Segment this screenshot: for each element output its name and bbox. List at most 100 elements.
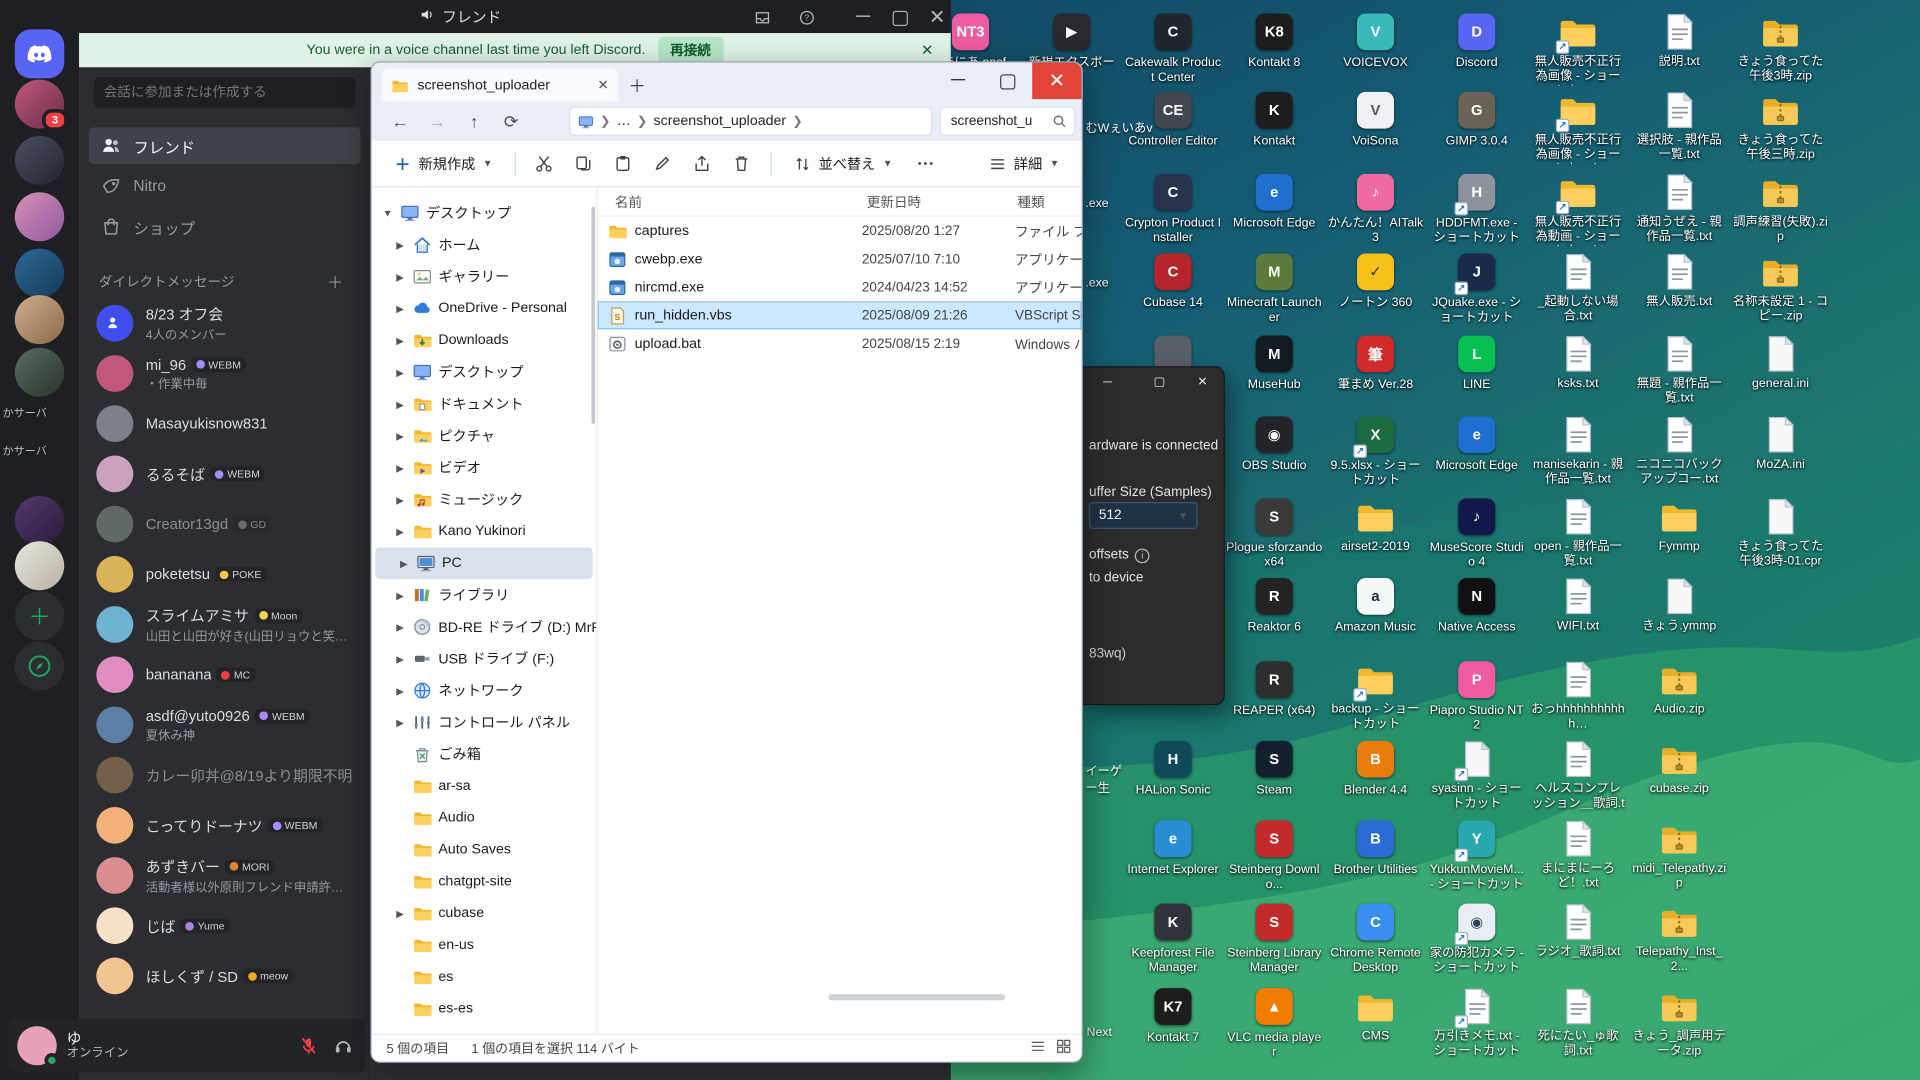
desktop-icon[interactable]: RReaktor 6 <box>1226 577 1322 636</box>
desktop-icon[interactable]: CCrypton Product Installer <box>1125 173 1221 246</box>
tree-item[interactable]: es-es <box>372 993 597 1025</box>
server-avatar[interactable] <box>15 249 64 298</box>
share-icon[interactable] <box>686 148 718 180</box>
desktop-icon[interactable]: おっhhhhhhhhhhh… <box>1530 660 1626 732</box>
desktop-icon[interactable]: 無題 - 親作品一覧.txt <box>1631 334 1727 406</box>
dm-item[interactable]: るるそばWEBM <box>86 449 363 498</box>
dialog-close-button[interactable]: ✕ <box>1194 375 1211 392</box>
desktop-icon[interactable]: H↗HDDFMT.exe - ショートカット <box>1429 173 1525 246</box>
headphones-icon[interactable] <box>331 1033 356 1057</box>
desktop-icon[interactable]: 通知うぜえ - 親作品一覧.txt <box>1631 173 1727 245</box>
desktop-icon[interactable]: ↗無人販売不正行為動画 - ショートカット <box>1530 173 1626 246</box>
desktop-icon[interactable]: 選択肢 - 親作品一覧.txt <box>1631 91 1727 163</box>
desktop-icon[interactable]: X↗9.5.xlsx - ショートカット <box>1327 415 1423 488</box>
explorer-maximize-button[interactable]: ▢ <box>983 62 1032 99</box>
dm-item[interactable]: カレー卯丼@8/19より期限不明 <box>86 751 363 800</box>
server-avatar[interactable]: 3 <box>15 80 64 129</box>
file-row[interactable]: cwebp.exe2025/07/10 7:10アプリケーション <box>598 245 1082 273</box>
desktop-icon[interactable]: PPiapro Studio NT2 <box>1429 660 1525 733</box>
dialog-minimize-button[interactable]: ─ <box>1099 375 1116 392</box>
chevron-right-icon[interactable]: ▶ <box>394 239 406 250</box>
desktop-icon[interactable]: DDiscord <box>1429 12 1525 71</box>
horizontal-scrollbar[interactable] <box>829 994 1075 1003</box>
chevron-right-icon[interactable]: ▶ <box>398 558 410 569</box>
tree-item[interactable]: ▶USB ドライブ (F:) <box>372 643 597 675</box>
desktop-icon[interactable]: CChrome Remote Desktop <box>1327 902 1423 975</box>
desktop-icon[interactable]: きょう食ってた午後三時.zip <box>1732 91 1828 163</box>
server-avatar[interactable] <box>15 136 64 185</box>
desktop-icon[interactable]: ↗無人販売不正行為画像 - ショートカット <box>1530 91 1626 164</box>
desktop-icon[interactable]: ▲VLC media player <box>1226 987 1322 1060</box>
desktop-icon[interactable]: open - 親作品一覧.txt <box>1530 497 1626 569</box>
desktop-icon[interactable]: ニコニコバックアップコー.txt <box>1631 415 1727 487</box>
dm-item[interactable]: asdf@yuto0926WEBM夏休み神 <box>86 700 363 749</box>
rename-icon[interactable] <box>647 148 679 180</box>
desktop-icon[interactable]: Telepathy_Inst_2... <box>1631 902 1727 974</box>
desktop-icon[interactable]: airset2-2019 <box>1327 497 1423 555</box>
banner-close-icon[interactable]: ✕ <box>921 42 933 59</box>
chevron-right-icon[interactable]: ▶ <box>394 367 406 378</box>
desktop-icon[interactable]: SSteam <box>1226 740 1322 799</box>
desktop-icon[interactable]: WIFI.txt <box>1530 577 1626 635</box>
conversation-search-input[interactable] <box>94 77 356 108</box>
server-avatar[interactable] <box>15 192 64 241</box>
column-header-type[interactable]: 種類 <box>1017 192 1044 212</box>
desktop-icon[interactable]: BBrother Utilities <box>1327 819 1423 878</box>
discord-home-button[interactable] <box>15 29 64 78</box>
chevron-right-icon[interactable]: ▶ <box>394 335 406 346</box>
info-icon[interactable]: i <box>1135 548 1150 563</box>
dm-item[interactable]: ほしくず / SDmeow <box>86 951 363 1000</box>
tree-item[interactable]: ▶Kano Yukinori <box>372 516 597 548</box>
help-icon[interactable]: ? <box>795 6 817 28</box>
desktop-icon[interactable]: ksks.txt <box>1530 334 1626 392</box>
tree-item[interactable]: ごみ箱 <box>372 738 597 770</box>
desktop-icon[interactable]: 調声練習(失敗).zip <box>1732 173 1828 245</box>
desktop-icon[interactable]: ◉↗家の防犯カメラ - ショートカット <box>1429 902 1525 975</box>
desktop-icon[interactable]: Fymmp <box>1631 497 1727 555</box>
new-button[interactable]: 新規作成▼ <box>384 148 502 180</box>
dm-item[interactable]: スライムアミサMoon山田と山田が好き(山田リョウと笑う4体… <box>86 600 363 649</box>
tree-item[interactable]: Audio <box>372 802 597 834</box>
tree-item[interactable]: ▶デスクトップ <box>372 356 597 388</box>
delete-icon[interactable] <box>726 148 758 180</box>
paste-icon[interactable] <box>607 148 639 180</box>
more-options-icon[interactable] <box>910 148 942 180</box>
desktop-icon[interactable]: K8Kontakt 8 <box>1226 12 1322 71</box>
server-avatar[interactable] <box>15 496 64 545</box>
tree-item[interactable]: ▶ドキュメント <box>372 388 597 420</box>
chevron-right-icon[interactable]: ▶ <box>394 526 406 537</box>
chevron-right-icon[interactable]: ▶ <box>394 653 406 664</box>
desktop-icon[interactable]: eMicrosoft Edge <box>1226 173 1322 232</box>
chevron-right-icon[interactable]: ▶ <box>394 621 406 632</box>
sidebar-item-nitro[interactable]: Nitro <box>89 168 361 205</box>
explore-servers-button[interactable] <box>15 642 64 691</box>
server-avatar[interactable] <box>15 348 64 397</box>
discord-minimize-button[interactable]: ─ <box>852 6 874 28</box>
tree-item[interactable]: es <box>372 961 597 993</box>
desktop-icon[interactable]: MoZA.ini <box>1732 415 1828 473</box>
desktop-icon[interactable]: HHALion Sonic <box>1125 740 1221 799</box>
server-avatar[interactable] <box>15 541 64 590</box>
cut-icon[interactable] <box>528 148 560 180</box>
dm-item[interactable]: 8/23 オフ会4人のメンバー <box>86 299 363 348</box>
forward-button[interactable]: → <box>419 105 456 137</box>
desktop-icon[interactable]: ラジオ_歌詞.txt <box>1530 902 1626 960</box>
desktop-icon[interactable]: cubase.zip <box>1631 740 1727 798</box>
dm-item[interactable]: こってりドーナツWEBM <box>86 801 363 850</box>
desktop-icon[interactable]: Y↗YukkunMovieM... - ショートカット <box>1429 819 1525 892</box>
desktop-icon[interactable]: MMuseHub <box>1226 334 1322 393</box>
tree-item[interactable]: ▶コントロール パネル <box>372 707 597 739</box>
desktop-icon[interactable]: ↗万引きメモ.txt - ショートカット <box>1429 987 1525 1059</box>
desktop-icon[interactable]: MMinecraft Launcher <box>1226 252 1322 325</box>
desktop-icon[interactable]: 無人販売.txt <box>1631 252 1727 310</box>
tree-item[interactable]: en-us <box>372 929 597 961</box>
reconnect-button[interactable]: 再接続 <box>658 37 723 64</box>
desktop-icon[interactable]: midi_Telepathy.zip <box>1631 819 1727 891</box>
chevron-right-icon[interactable]: ▶ <box>394 590 406 601</box>
dm-item[interactable]: poketetsuPOKE <box>86 550 363 599</box>
tree-item[interactable]: ▶ライブラリ <box>372 579 597 611</box>
user-panel[interactable]: ゆ オンライン <box>7 1019 365 1073</box>
inbox-icon[interactable] <box>751 6 773 28</box>
file-row[interactable]: upload.bat2025/08/15 2:19Windows バッ <box>598 329 1082 357</box>
chevron-right-icon[interactable]: ▶ <box>394 271 406 282</box>
